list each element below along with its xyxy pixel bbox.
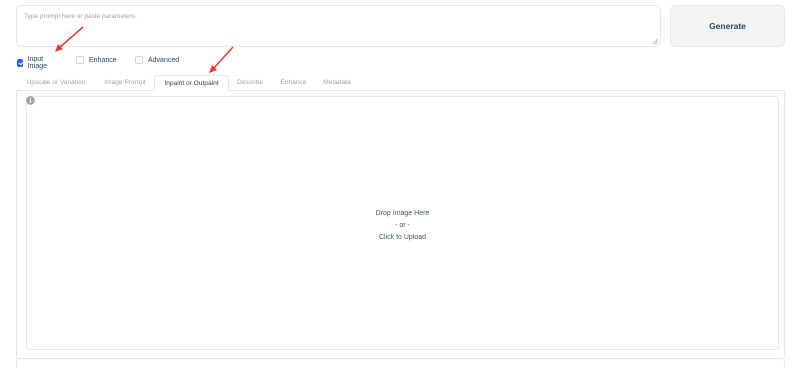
enhance-label: Enhance xyxy=(89,56,117,64)
tab-describe[interactable]: Describe xyxy=(229,75,271,90)
input-image-checkbox[interactable]: Input Image xyxy=(17,56,49,70)
image-upload-dropzone[interactable]: Drop Image Here - or - Click to Upload xyxy=(26,96,779,350)
next-section-bar xyxy=(16,358,785,368)
tab-image-prompt[interactable]: Image Prompt xyxy=(96,75,154,90)
tab-inpaint-or-outpaint[interactable]: Inpaint or Outpaint xyxy=(154,75,229,91)
enhance-checkbox[interactable]: Enhance xyxy=(76,56,117,64)
checkbox-icon[interactable] xyxy=(76,56,84,64)
input-image-label: Input Image xyxy=(27,56,48,70)
upload-instructions: Drop Image Here - or - Click to Upload xyxy=(27,208,778,244)
info-icon xyxy=(26,96,35,105)
prompt-textarea[interactable]: Type prompt here or paste parameters. xyxy=(16,5,661,47)
advanced-checkbox[interactable]: Advanced xyxy=(135,56,179,64)
resize-handle-icon[interactable] xyxy=(652,38,658,44)
tab-enhance[interactable]: Enhance xyxy=(271,75,316,90)
inpaint-panel: Drop Image Here - or - Click to Upload xyxy=(16,90,785,358)
annotation-arrow-icon xyxy=(55,26,84,52)
prompt-placeholder: Type prompt here or paste parameters. xyxy=(24,13,137,20)
click-to-upload-text: Click to Upload xyxy=(378,234,427,241)
tab-bar: Upscale or Variation Image Prompt Inpain… xyxy=(16,75,785,91)
checkbox-checked-icon[interactable] xyxy=(17,59,23,67)
advanced-label: Advanced xyxy=(148,56,180,64)
annotation-arrow-icon xyxy=(209,46,234,73)
tab-metadata[interactable]: Metadata xyxy=(316,75,358,90)
generate-button[interactable]: Generate xyxy=(670,5,785,47)
checkbox-icon[interactable] xyxy=(135,56,143,64)
drop-image-text: Drop Image Here xyxy=(375,210,430,217)
tab-upscale-or-variation[interactable]: Upscale or Variation xyxy=(16,75,96,90)
or-text: - or - xyxy=(395,222,410,229)
